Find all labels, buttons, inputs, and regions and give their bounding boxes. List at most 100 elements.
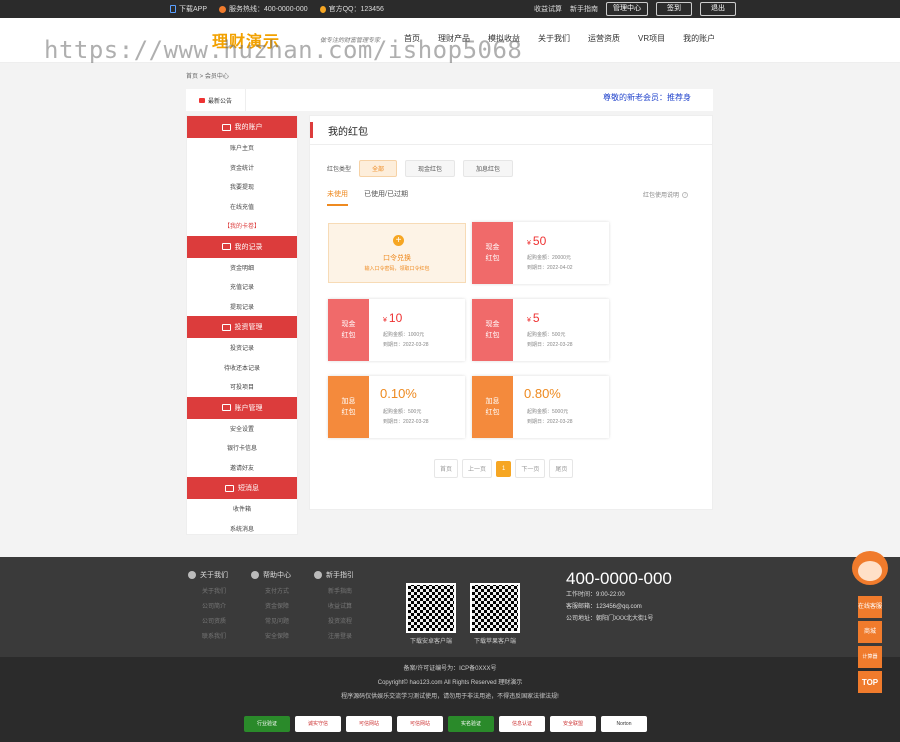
watermark: https://www.huzhan.com/ishop5068 [44, 36, 523, 64]
coupon-card[interactable]: 加息 红包 0.80% 起购金额：5000元 到期日：2022-03-28 [472, 376, 609, 438]
mascot-icon[interactable] [846, 545, 892, 587]
coupon-condition: 起购金额：20000元 [527, 255, 571, 261]
footer-link[interactable]: 支付方式 [251, 585, 291, 600]
shop-button[interactable]: 商城 [858, 621, 882, 643]
moneybag-icon [221, 323, 231, 331]
coupon-type: 现金 红包 [472, 299, 516, 361]
page-title: 我的红包 [310, 116, 712, 145]
redeem-hint: 输入口令密码，领取口令红包 [364, 266, 430, 272]
tab-used-expired[interactable]: 已使用/已过期 [364, 189, 408, 206]
service-email: 客服邮箱：123456@qq.com [566, 604, 642, 610]
trust-badge[interactable]: 可信网站 [346, 716, 392, 732]
sidebar-item-withdraw[interactable]: 我要提现 [187, 177, 297, 197]
nav-account[interactable]: 我的账户 [683, 33, 715, 44]
newbie-guide-link[interactable]: 新手指南 [570, 4, 598, 14]
nav-about[interactable]: 关于我们 [538, 33, 570, 44]
coupon-card[interactable]: 现金 红包 ¥10 起购金额：1000元 到期日：2022-03-28 [328, 299, 465, 361]
calculator-button[interactable]: 计算器 [858, 646, 882, 668]
filter-cash[interactable]: 现金红包 [405, 160, 456, 177]
page-first[interactable]: 首页 [434, 459, 459, 478]
footer-link[interactable]: 公司简介 [188, 600, 228, 615]
nav-qualification[interactable]: 运营资质 [588, 33, 620, 44]
page-prev[interactable]: 上一页 [462, 459, 493, 478]
footer-link[interactable]: 注册登录 [314, 630, 354, 645]
sidebar-item-invite[interactable]: 邀请好友 [187, 458, 297, 478]
phone-number: 400-0000-000 [566, 569, 672, 588]
nav-vr[interactable]: VR项目 [638, 33, 665, 44]
footer-link[interactable]: 收益试算 [314, 600, 354, 615]
qq: 官方QQ：123456 [319, 4, 384, 14]
coupon-expire: 到期日：2022-03-28 [383, 342, 429, 348]
disclaimer-text: 程序源码仅供娱乐交流学习测试使用，请勿用于非法用途，不得违反国家法律法规! [341, 694, 559, 700]
filter-interest[interactable]: 加息红包 [463, 160, 514, 177]
sidebar-item-security[interactable]: 安全设置 [187, 419, 297, 439]
ios-qr[interactable]: 下载苹果客户端 [470, 583, 520, 645]
usage-help-link[interactable]: 红包使用说明? [643, 190, 688, 199]
sidebar-item-invest-record[interactable]: 投资记录 [187, 338, 297, 358]
signin-button[interactable]: 签到 [656, 2, 692, 16]
notice-message[interactable]: 尊敬的新老会员：推荐身 [603, 92, 691, 103]
phone-icon [170, 5, 176, 13]
coupon-panel: 我的红包 红包类型 全部 现金红包 加息红包 未使用 已使用/已过期 红包使用说… [309, 115, 713, 510]
coupon-card[interactable]: 现金 红包 ¥50 起购金额：20000元 到期日：2022-04-02 [472, 222, 609, 284]
android-qr[interactable]: 下载安卓客户端 [406, 583, 456, 645]
footer-link[interactable]: 常见问题 [251, 615, 291, 630]
trust-badge[interactable]: 实名验证 [448, 716, 494, 732]
footer-link[interactable]: 安全保障 [251, 630, 291, 645]
footer-link[interactable]: 公司资质 [188, 615, 228, 630]
tab-unused[interactable]: 未使用 [327, 189, 348, 206]
download-app-link[interactable]: 下载APP [170, 4, 207, 14]
manage-center-button[interactable]: 管理中心 [606, 2, 648, 16]
sidebar-item-repay-record[interactable]: 待收还本记录 [187, 358, 297, 378]
sidebar-item-recharge[interactable]: 在线充值 [187, 197, 297, 217]
trust-badge[interactable]: 安全联盟 [550, 716, 596, 732]
footer-link[interactable]: 关于我们 [188, 585, 228, 600]
coupon-expire: 到期日：2022-03-28 [527, 342, 573, 348]
coupon-condition: 起购金额：500元 [383, 409, 422, 415]
filter-all[interactable]: 全部 [359, 160, 398, 177]
page-last[interactable]: 尾页 [549, 459, 574, 478]
trust-badge[interactable]: 可信网站 [397, 716, 443, 732]
sidebar-item-bankcard[interactable]: 银行卡信息 [187, 438, 297, 458]
income-calc-link[interactable]: 收益试算 [534, 4, 562, 14]
coupon-card[interactable]: 现金 红包 ¥5 起购金额：500元 到期日：2022-03-28 [472, 299, 609, 361]
footer-link[interactable]: 联系我们 [188, 630, 228, 645]
footer-col-about: 关于我们 关于我们 公司简介 公司资质 联系我们 [188, 570, 228, 645]
coupon-type: 现金 红包 [472, 222, 516, 284]
contact-info: 400-0000-000 工作时间：9:00-22:00 客服邮箱：123456… [566, 569, 672, 625]
footer-link[interactable]: 投资流程 [314, 615, 354, 630]
sidebar-section-records: 我的记录 [187, 235, 297, 258]
page-next[interactable]: 下一页 [515, 459, 546, 478]
mail-icon [221, 404, 231, 411]
coupon-condition: 起购金额：5000元 [527, 409, 569, 415]
question-icon: ? [682, 191, 688, 198]
trust-badge[interactable]: 信息认证 [499, 716, 545, 732]
sidebar-item-projects[interactable]: 可投项目 [187, 377, 297, 397]
trust-badge[interactable]: 诚实守信 [295, 716, 341, 732]
back-to-top-button[interactable]: TOP [858, 671, 882, 693]
online-service-button[interactable]: 在线客服 [858, 596, 882, 618]
redeem-title: 口令兑换 [383, 255, 411, 262]
sidebar-item-recharge-record[interactable]: 充值记录 [187, 277, 297, 297]
hotline: 服务热线：400-0000-000 [219, 4, 308, 14]
footer-col-newbie: 新手指引 新手指南 收益试算 投资流程 注册登录 [314, 570, 354, 645]
footer-link[interactable]: 新手指南 [314, 585, 354, 600]
footer-link[interactable]: 资金保障 [251, 600, 291, 615]
footer: 关于我们 关于我们 公司简介 公司资质 联系我们 帮助中心 支付方式 资金保障 … [0, 557, 900, 657]
sidebar-item-withdraw-record[interactable]: 提现记录 [187, 297, 297, 317]
coupon-card[interactable]: 加息 红包 0.10% 起购金额：500元 到期日：2022-03-28 [328, 376, 465, 438]
sidebar-item-system-msg[interactable]: 系统消息 [187, 519, 297, 539]
speaker-icon [198, 97, 205, 103]
sidebar-item-fund-detail[interactable]: 资金明细 [187, 258, 297, 278]
sidebar-item-inbox[interactable]: 收件箱 [187, 499, 297, 519]
trust-badge[interactable]: Norton [601, 716, 647, 732]
redeem-code-card[interactable]: + 口令兑换 输入口令密码，领取口令红包 [328, 223, 466, 283]
page-current[interactable]: 1 [496, 460, 512, 477]
sidebar-item-account-home[interactable]: 账户主页 [187, 138, 297, 158]
logout-button[interactable]: 退出 [700, 2, 736, 16]
trust-badge[interactable]: 行业验证 [244, 716, 290, 732]
sidebar-item-fund-stats[interactable]: 资金统计 [187, 158, 297, 178]
notice-tag: 最新公告 [186, 89, 246, 111]
coupon-condition: 起购金额：1000元 [383, 332, 425, 338]
sidebar-item-my-coupons[interactable]: 【我的卡卷】 [187, 216, 297, 236]
